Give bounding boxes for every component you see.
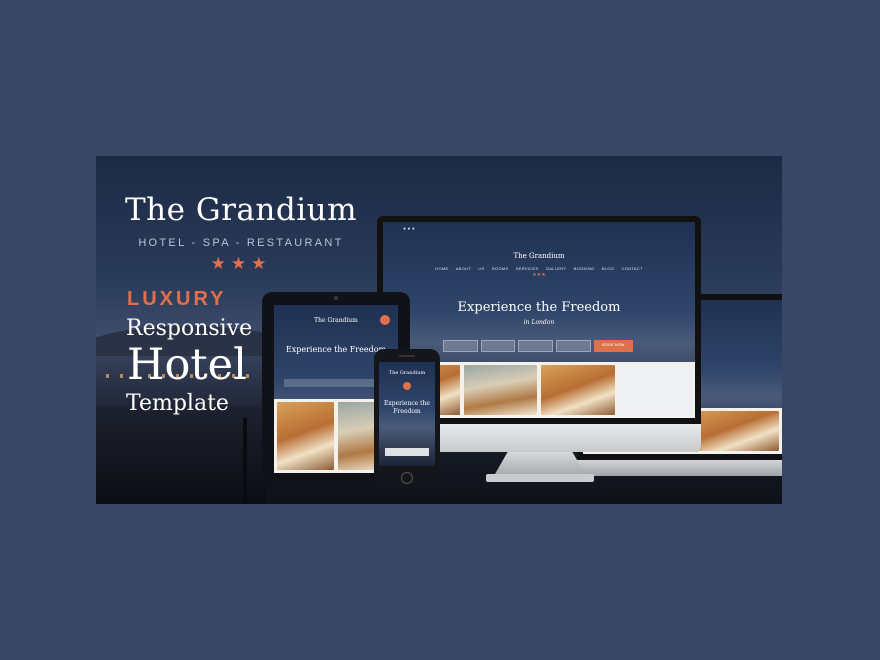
- desktop-nav: HOME ABOUT US ROOMS SERVICES GALLERY BOO…: [435, 266, 643, 271]
- brand-stars-icon: ★★★: [210, 254, 272, 273]
- adults-field[interactable]: [518, 340, 554, 352]
- tablet-menu-button[interactable]: [380, 315, 390, 325]
- monitor-stand-base: [486, 474, 594, 482]
- phone-logo: The Grandium: [388, 370, 426, 376]
- room-thumbnail: [541, 365, 615, 415]
- tablet-camera: [334, 296, 338, 300]
- tablet-search-bar[interactable]: [284, 379, 388, 387]
- lamp-pole: [243, 418, 247, 504]
- responsive-label: Responsive: [126, 316, 253, 341]
- phone-screen: The Grandium Experience the Freedom: [379, 362, 435, 466]
- booking-form: BOOK NOW: [443, 340, 633, 352]
- desktop-topbar: ● ● ●: [403, 226, 415, 232]
- terrace-deck: [96, 406, 266, 504]
- phone-menu-button[interactable]: [403, 382, 411, 390]
- desktop-stars-icon: ★★★: [532, 273, 546, 278]
- room-thumbnail: [277, 402, 334, 470]
- children-field[interactable]: [556, 340, 591, 352]
- phone-search-bar[interactable]: [385, 448, 429, 456]
- brand-title: The Grandium: [125, 192, 357, 228]
- phone-speaker: [399, 355, 415, 357]
- book-now-button[interactable]: BOOK NOW: [593, 340, 633, 352]
- desktop-hero-subtitle: in London: [523, 319, 555, 326]
- desktop-logo: The Grandium: [513, 252, 565, 260]
- phone-home-button[interactable]: [401, 472, 413, 484]
- monitor-stand: [495, 452, 585, 474]
- hotel-label: Hotel: [127, 340, 247, 390]
- room-thumbnail: [463, 365, 537, 415]
- phone-device: The Grandium Experience the Freedom: [374, 349, 440, 487]
- brand-subtitle: HOTEL - SPA - RESTAURANT: [138, 237, 344, 249]
- laptop-base: [577, 460, 782, 476]
- checkout-field[interactable]: [480, 340, 516, 352]
- checkin-field[interactable]: [443, 340, 478, 352]
- phone-hero-title: Experience the Freedom: [383, 400, 430, 415]
- desktop-hero-title: Experience the Freedom: [457, 300, 621, 315]
- template-label: Template: [126, 391, 229, 416]
- room-thumbnail: [618, 365, 692, 415]
- luxury-label: LUXURY: [127, 288, 227, 310]
